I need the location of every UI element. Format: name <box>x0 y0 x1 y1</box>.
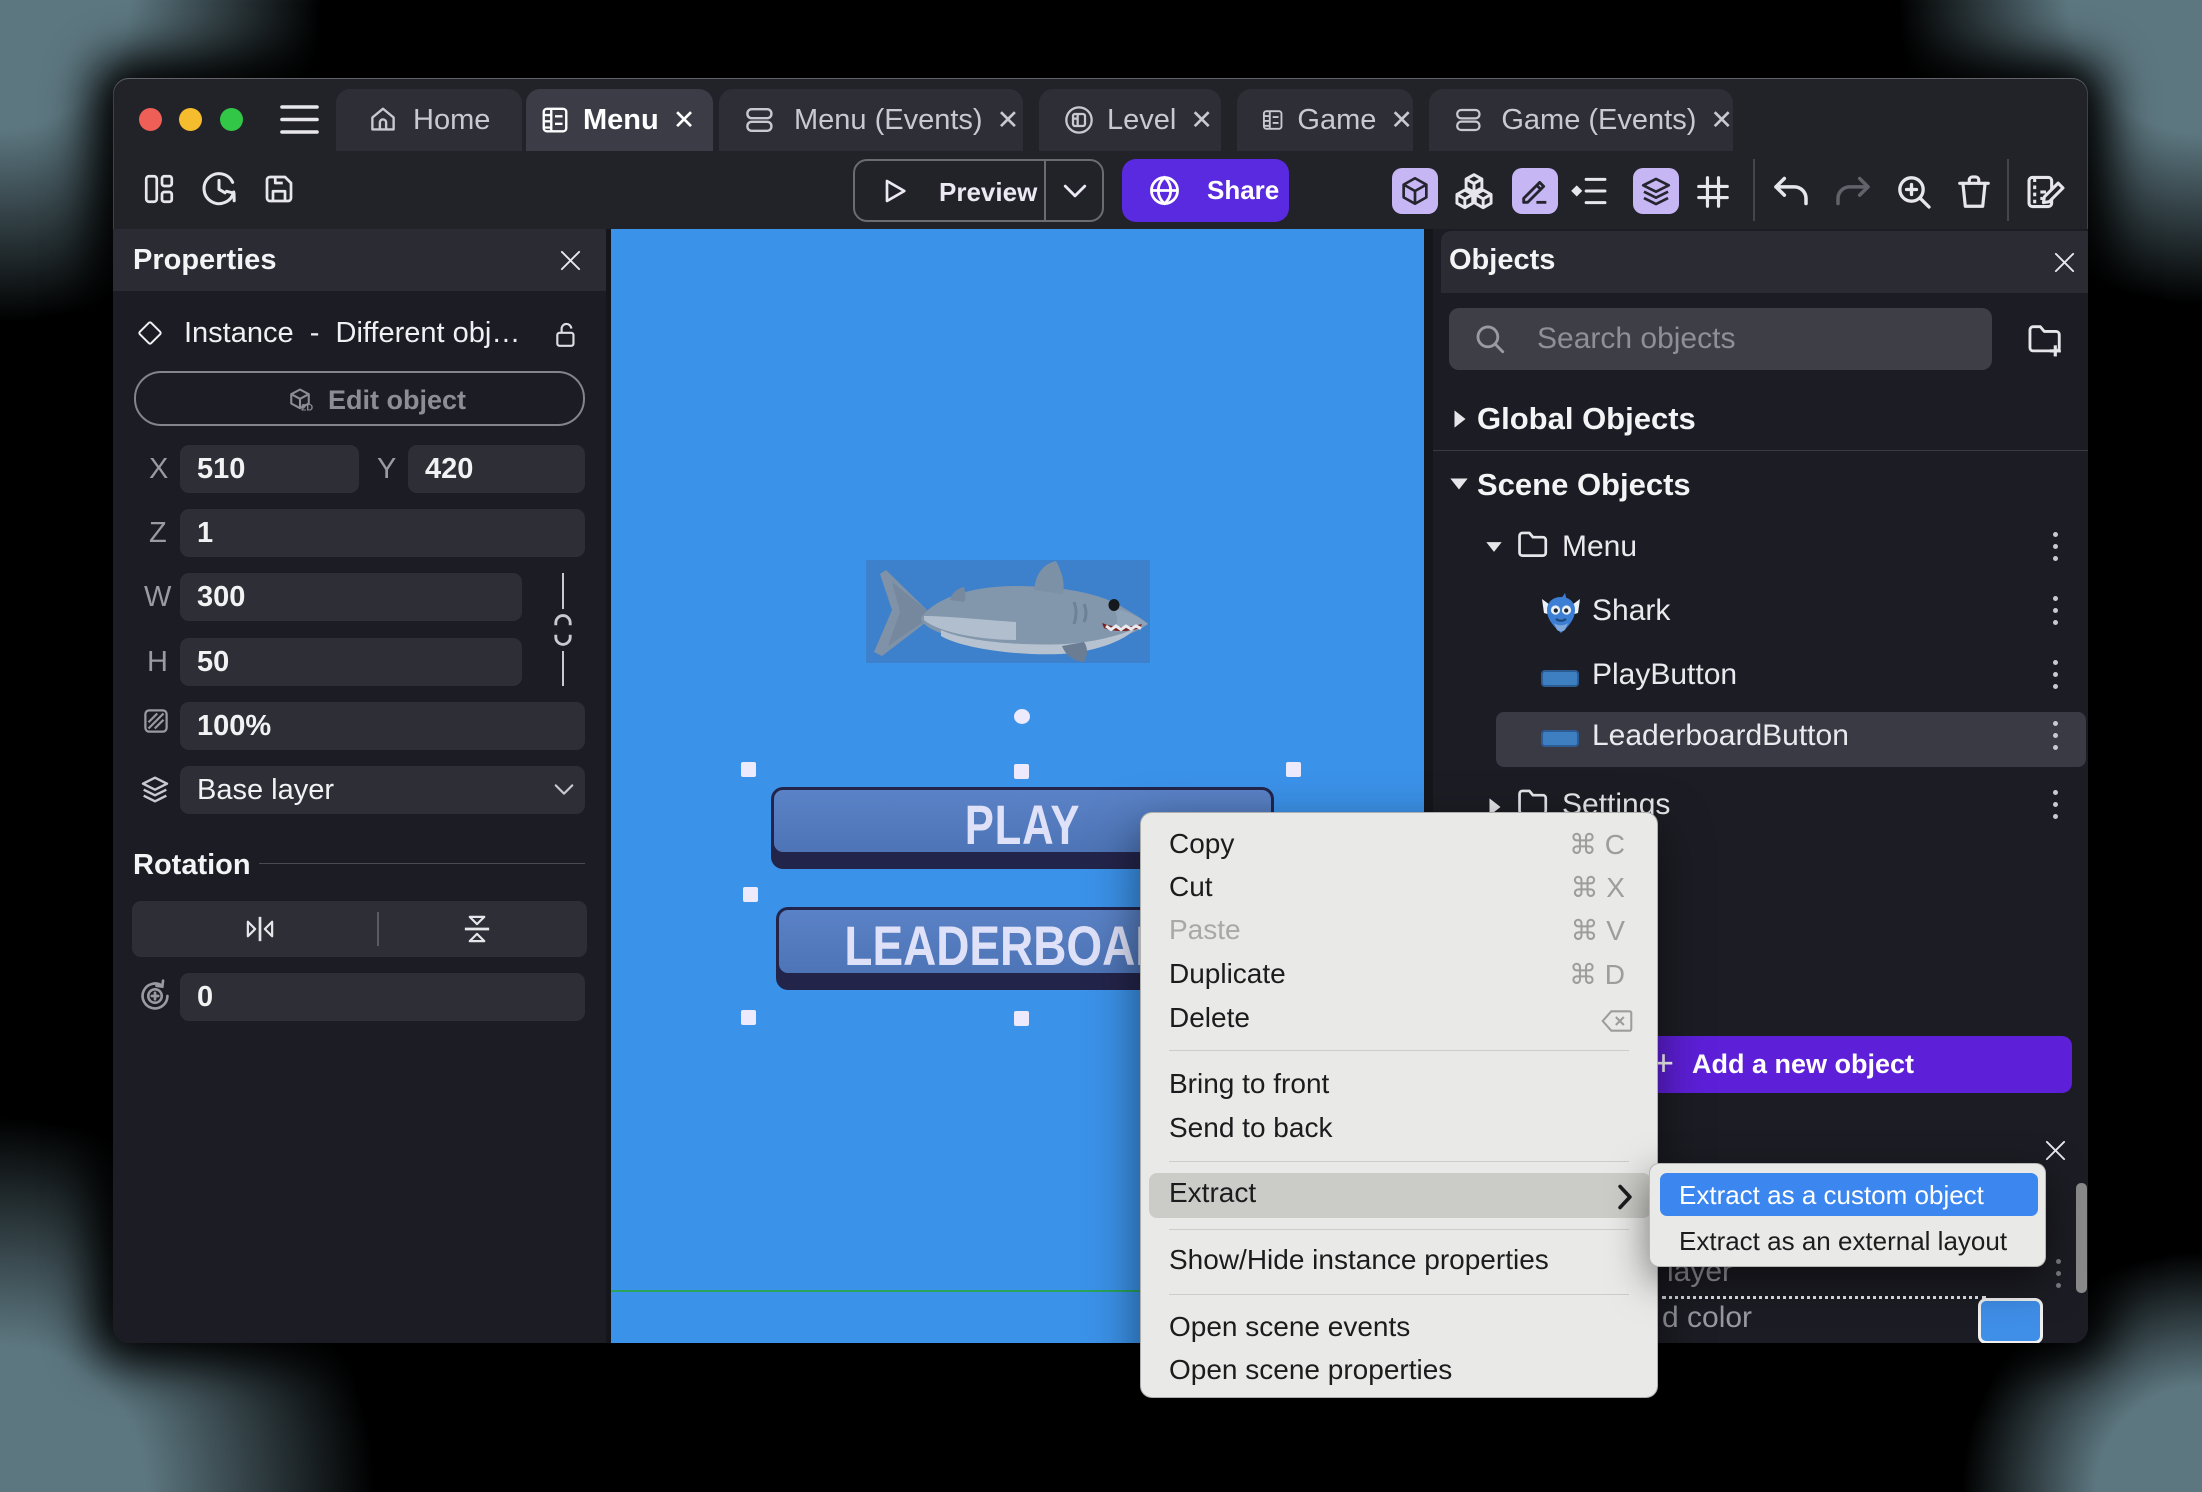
svg-text:2D: 2D <box>301 403 313 413</box>
